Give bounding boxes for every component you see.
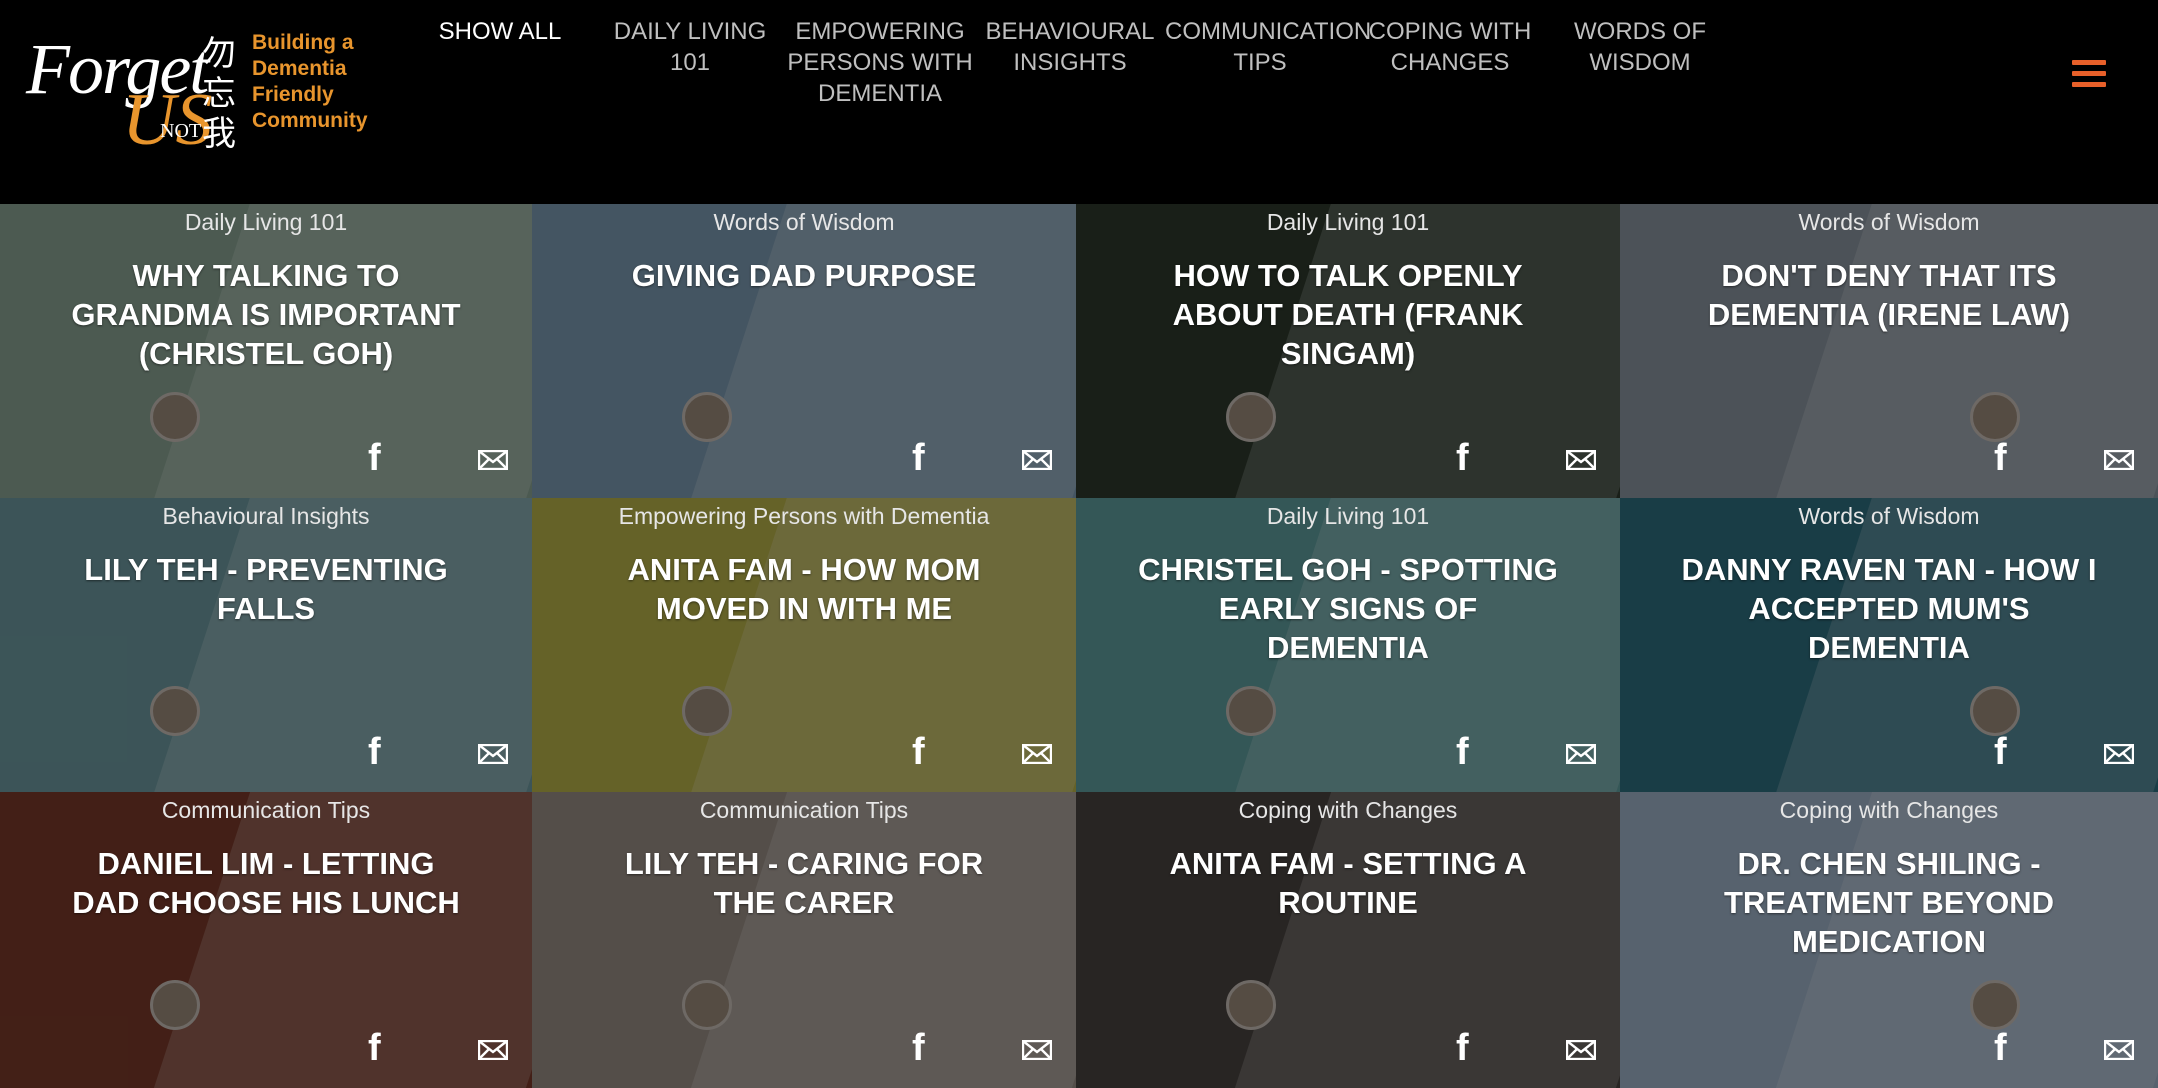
card-category: Words of Wisdom <box>1798 209 1980 235</box>
facebook-icon[interactable]: f <box>1456 1029 1480 1067</box>
card-category: Empowering Persons with Dementia <box>618 503 990 529</box>
card-title[interactable]: LILY TEH - CARING FOR THE CARER <box>592 844 1016 922</box>
card-category: Communication Tips <box>699 797 909 823</box>
email-icon[interactable] <box>477 1039 509 1061</box>
video-card[interactable]: Empowering Persons with Dementia ANITA FA… <box>532 498 1076 792</box>
share-buttons: f <box>912 439 1053 477</box>
video-card[interactable]: Communication Tips DANIEL LIM - LETTING D… <box>0 792 532 1088</box>
hamburger-menu-icon[interactable] <box>2072 60 2106 90</box>
card-category: Coping with Changes <box>1238 797 1458 823</box>
facebook-icon[interactable]: f <box>912 1029 936 1067</box>
facebook-icon[interactable]: f <box>1994 1029 2018 1067</box>
card-title[interactable]: HOW TO TALK OPENLY ABOUT DEATH (FRANK SI… <box>1136 256 1560 373</box>
facebook-icon[interactable]: f <box>1456 733 1480 771</box>
nav-empowering-persons[interactable]: EMPOWERING PERSONS WITH DEMENTIA <box>785 16 975 109</box>
nav-show-all[interactable]: SHOW ALL <box>405 16 595 47</box>
video-card[interactable]: Daily Living 101 WHY TALKING TO GRANDMA I… <box>0 204 532 498</box>
card-category: Daily Living 101 <box>184 209 348 235</box>
card-category: Words of Wisdom <box>713 209 895 235</box>
nav-words-of-wisdom[interactable]: WORDS OF WISDOM <box>1545 16 1735 78</box>
email-icon[interactable] <box>1565 1039 1597 1061</box>
email-icon[interactable] <box>1021 1039 1053 1061</box>
card-category: Coping with Changes <box>1779 797 1999 823</box>
video-card-grid: Daily Living 101 WHY TALKING TO GRANDMA I… <box>0 204 2158 1088</box>
video-card[interactable]: Daily Living 101 CHRISTEL GOH - SPOTTING … <box>1076 498 1620 792</box>
share-buttons: f <box>1456 1029 1597 1067</box>
email-icon[interactable] <box>1565 449 1597 471</box>
share-buttons: f <box>368 733 509 771</box>
card-title[interactable]: ANITA FAM - HOW MOM MOVED IN WITH ME <box>592 550 1016 628</box>
facebook-icon[interactable]: f <box>912 733 936 771</box>
facebook-icon[interactable]: f <box>368 733 392 771</box>
email-icon[interactable] <box>477 449 509 471</box>
card-title[interactable]: GIVING DAD PURPOSE <box>592 256 1016 295</box>
card-title[interactable]: DON'T DENY THAT ITS DEMENTIA (IRENE LAW) <box>1680 256 2098 334</box>
video-card[interactable]: Words of Wisdom DON'T DENY THAT ITS DEMEN… <box>1620 204 2158 498</box>
video-card[interactable]: Words of Wisdom DANNY RAVEN TAN - HOW I A… <box>1620 498 2158 792</box>
email-icon[interactable] <box>1565 743 1597 765</box>
card-title[interactable]: DR. CHEN SHILING - TREATMENT BEYOND MEDI… <box>1680 844 2098 961</box>
share-buttons: f <box>368 1029 509 1067</box>
nav-communication-tips[interactable]: COMMUNICATION TIPS <box>1165 16 1371 78</box>
facebook-icon[interactable]: f <box>1994 733 2018 771</box>
nav-daily-living-101[interactable]: DAILY LIVING 101 <box>595 16 785 78</box>
nav-coping-with-changes[interactable]: COPING WITH CHANGES <box>1355 16 1545 78</box>
facebook-icon[interactable]: f <box>368 1029 392 1067</box>
share-buttons: f <box>1994 1029 2135 1067</box>
share-buttons: f <box>1456 733 1597 771</box>
card-category: Daily Living 101 <box>1266 503 1430 529</box>
facebook-icon[interactable]: f <box>1994 439 2018 477</box>
card-title[interactable]: DANNY RAVEN TAN - HOW I ACCEPTED MUM'S D… <box>1680 550 2098 667</box>
card-title[interactable]: LILY TEH - PREVENTING FALLS <box>60 550 472 628</box>
share-buttons: f <box>1994 439 2135 477</box>
email-icon[interactable] <box>477 743 509 765</box>
card-category: Communication Tips <box>161 797 371 823</box>
nav-behavioural-insights[interactable]: BEHAVIOURAL INSIGHTS <box>975 16 1165 78</box>
video-card[interactable]: Daily Living 101 HOW TO TALK OPENLY ABOUT… <box>1076 204 1620 498</box>
video-card[interactable]: Coping with Changes ANITA FAM - SETTING A… <box>1076 792 1620 1088</box>
email-icon[interactable] <box>2103 449 2135 471</box>
share-buttons: f <box>1456 439 1597 477</box>
card-title[interactable]: CHRISTEL GOH - SPOTTING EARLY SIGNS OF D… <box>1136 550 1560 667</box>
card-title[interactable]: DANIEL LIM - LETTING DAD CHOOSE HIS LUNC… <box>60 844 472 922</box>
site-header: Forget US NOT 勿忘我 Building a Dementia Fr… <box>0 0 2158 204</box>
share-buttons: f <box>368 439 509 477</box>
email-icon[interactable] <box>2103 1039 2135 1061</box>
card-category: Daily Living 101 <box>1266 209 1430 235</box>
video-card[interactable]: Behavioural Insights LILY TEH - PREVENTIN… <box>0 498 532 792</box>
card-category: Words of Wisdom <box>1798 503 1980 529</box>
facebook-icon[interactable]: f <box>1456 439 1480 477</box>
card-category: Behavioural Insights <box>162 503 370 529</box>
category-filter-nav: SHOW ALL DAILY LIVING 101 EMPOWERING PER… <box>0 16 2158 156</box>
email-icon[interactable] <box>1021 743 1053 765</box>
email-icon[interactable] <box>1021 449 1053 471</box>
facebook-icon[interactable]: f <box>368 439 392 477</box>
facebook-icon[interactable]: f <box>912 439 936 477</box>
share-buttons: f <box>912 733 1053 771</box>
share-buttons: f <box>1994 733 2135 771</box>
video-card[interactable]: Coping with Changes DR. CHEN SHILING - TR… <box>1620 792 2158 1088</box>
video-card[interactable]: Communication Tips LILY TEH - CARING FOR … <box>532 792 1076 1088</box>
video-card[interactable]: Words of Wisdom GIVING DAD PURPOSE f <box>532 204 1076 498</box>
card-title[interactable]: WHY TALKING TO GRANDMA IS IMPORTANT (CHR… <box>60 256 472 373</box>
email-icon[interactable] <box>2103 743 2135 765</box>
share-buttons: f <box>912 1029 1053 1067</box>
card-title[interactable]: ANITA FAM - SETTING A ROUTINE <box>1136 844 1560 922</box>
